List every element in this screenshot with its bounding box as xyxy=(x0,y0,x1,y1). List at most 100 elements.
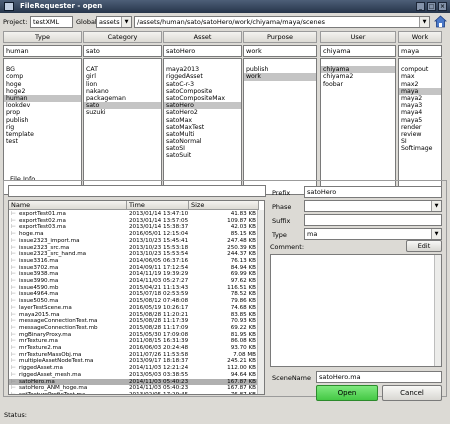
list-item[interactable]: maya2013 xyxy=(164,66,241,73)
list-item[interactable]: work xyxy=(244,73,316,81)
list-item[interactable]: lookdev xyxy=(4,102,81,109)
list-item[interactable]: chiyama2 xyxy=(321,73,395,80)
table-row[interactable]: ⊢ satoHero.ma 2014/11/03 05:40:23 167.87 KB xyxy=(9,378,259,386)
column-header-size[interactable]: Size xyxy=(189,201,259,210)
list-item[interactable]: CAT xyxy=(84,66,161,73)
cancel-button[interactable]: Cancel xyxy=(382,385,442,401)
list-item[interactable]: satoCompositeMax xyxy=(164,95,241,102)
column-header[interactable]: Type xyxy=(3,31,82,43)
list-item[interactable]: publish xyxy=(4,117,81,124)
list-item[interactable]: satoHero xyxy=(164,102,241,110)
list-item[interactable]: maya2 xyxy=(399,95,441,102)
list-item[interactable]: satoComposite xyxy=(164,88,241,95)
table-row[interactable]: ⊢ issue2323_src_hand.ma 2013/10/23 15:53:5… xyxy=(9,251,259,258)
table-row[interactable]: ⊢ riggedAsset.ma 2014/11/03 12:21:24 112.00… xyxy=(9,365,259,372)
list-item[interactable]: satoSuit xyxy=(164,152,241,159)
home-icon[interactable] xyxy=(434,15,447,28)
table-row[interactable]: ⊢ messageConnectionTest.ma 2015/08/28 11:1… xyxy=(9,318,259,325)
list-item[interactable]: satoC-r-3 xyxy=(164,81,241,88)
table-row[interactable]: ⊢ exportTest02.ma 2013/01/14 13:57:05 109.8… xyxy=(9,218,259,225)
list-item[interactable]: comp xyxy=(4,73,81,80)
column-filter-input[interactable]: maya xyxy=(398,45,442,57)
prefix-field[interactable]: satoHero xyxy=(304,186,442,198)
list-item[interactable]: sato xyxy=(84,102,161,110)
column-filter-input[interactable]: work xyxy=(243,45,317,57)
table-row[interactable]: ⊢ messageConnectionTest.mb 2015/08/28 11:1… xyxy=(9,325,259,332)
table-row[interactable]: ⊢ satoHero_ANM_hoge.ma 2014/11/03 05:40:23… xyxy=(9,385,259,392)
list-item[interactable]: lion xyxy=(84,81,161,88)
type-select[interactable]: ma ▼ xyxy=(304,228,442,240)
list-item[interactable]: human xyxy=(4,94,81,103)
list-item[interactable]: maya4 xyxy=(399,109,441,116)
table-row[interactable]: ⊢ exportTest01.ma 2013/01/14 13:47:10 41.83… xyxy=(9,211,259,218)
list-item[interactable]: nakano xyxy=(84,88,161,95)
maximize-icon[interactable]: □ xyxy=(427,2,436,11)
scenename-field[interactable]: satoHero.ma xyxy=(316,371,442,383)
list-item[interactable]: render xyxy=(399,124,441,131)
phase-select[interactable]: ▼ xyxy=(304,200,442,212)
column-header-time[interactable]: Time xyxy=(127,201,189,210)
list-item[interactable]: satoHero2 xyxy=(164,109,241,116)
file-filter-input[interactable] xyxy=(8,185,266,197)
open-button[interactable]: Open xyxy=(316,385,378,401)
column-filter-input[interactable]: satoHero xyxy=(163,45,242,57)
table-scrollbar[interactable] xyxy=(257,210,264,394)
list-item[interactable]: rig xyxy=(4,124,81,131)
list-item[interactable]: maya5 xyxy=(399,117,441,124)
column-header-name[interactable]: Name xyxy=(9,201,127,210)
table-row[interactable]: ⊢ multipleAssetNodeTest.ma 2013/09/17 18:1… xyxy=(9,358,259,365)
close-icon[interactable]: × xyxy=(438,2,447,11)
list-item[interactable]: riggedAsset xyxy=(164,73,241,80)
list-item[interactable]: satoMulti xyxy=(164,131,241,138)
list-item[interactable]: prop xyxy=(4,109,81,116)
table-row[interactable]: ⊢ mrTexture2.ma 2016/06/03 20:24:48 93.70 K… xyxy=(9,345,259,352)
table-row[interactable]: ⊢ hoge.ma 2016/05/01 12:15:04 85.15 KB xyxy=(9,231,259,238)
list-item[interactable]: test xyxy=(4,138,81,145)
table-row[interactable]: ⊢ exportTest03.ma 2013/01/14 15:38:37 42.03… xyxy=(9,224,259,231)
column-header[interactable]: Purpose xyxy=(243,31,317,43)
table-row[interactable]: ⊢ issue3702.ma 2014/09/11 17:12:54 84.94 KB xyxy=(9,265,259,272)
table-row[interactable]: ⊢ issue3316.ma 2014/06/05 06:37:16 76.13 KB xyxy=(9,258,259,265)
column-header[interactable]: Category xyxy=(83,31,162,43)
edit-button[interactable]: Edit xyxy=(406,240,442,252)
list-item[interactable]: satoSI xyxy=(164,145,241,152)
list-item[interactable]: hoge2 xyxy=(4,88,81,95)
column-filter-input[interactable]: human xyxy=(3,45,82,57)
table-row[interactable]: ⊢ issue4590.mb 2015/04/21 11:13:43 116.51 K… xyxy=(9,285,259,292)
table-row[interactable]: ⊢ riggedAsset_mesh.ma 2013/05/03 03:38:55 9… xyxy=(9,372,259,379)
table-row[interactable]: ⊢ issue3938.ma 2014/11/19 19:39:29 69.99 KB xyxy=(9,271,259,278)
table-row[interactable]: ⊢ issue3990.ma 2014/11/03 05:27:27 97.62 KB xyxy=(9,278,259,285)
list-item[interactable]: publish xyxy=(244,66,316,73)
list-item[interactable]: maya xyxy=(399,87,441,95)
table-row[interactable]: ⊢ issue2323_src.ma 2013/10/23 15:53:18 250.… xyxy=(9,245,259,252)
comment-area[interactable] xyxy=(270,254,442,367)
list-item[interactable]: review xyxy=(399,131,441,138)
column-header[interactable]: Asset xyxy=(163,31,242,43)
list-item[interactable]: hoge xyxy=(4,81,81,88)
list-item[interactable]: girl xyxy=(84,73,161,80)
list-item[interactable]: chiyama xyxy=(321,66,395,74)
list-item[interactable]: max2 xyxy=(399,81,441,88)
global-select[interactable]: assets ▼ xyxy=(96,16,132,28)
list-item[interactable]: satoNormal xyxy=(164,138,241,145)
project-field[interactable]: testXML xyxy=(30,16,73,28)
list-item[interactable]: maya3 xyxy=(399,102,441,109)
list-item[interactable]: suzuki xyxy=(84,109,161,116)
path-field[interactable]: /assets/human/sato/satoHero/work/chiyama… xyxy=(134,16,430,28)
list-item[interactable]: satoMaxTest xyxy=(164,124,241,131)
table-row[interactable]: ⊢ mgBinaryProxy.ma 2015/05/30 17:09:08 81.9… xyxy=(9,332,259,339)
list-item[interactable]: Softimage xyxy=(399,145,441,152)
comment-scrollbar[interactable] xyxy=(434,255,441,366)
table-row[interactable]: ⊢ mrTextureMassObj.ma 2011/07/26 11:53:58 7… xyxy=(9,352,259,359)
minimize-icon[interactable]: _ xyxy=(416,2,425,11)
list-item[interactable]: satoMax xyxy=(164,117,241,124)
list-item[interactable]: foobar xyxy=(321,81,395,88)
list-item[interactable]: packageman xyxy=(84,95,161,102)
table-row[interactable]: ⊢ maya2015.ma 2015/08/28 11:20:21 83.85 KB xyxy=(9,312,259,319)
column-filter-input[interactable]: sato xyxy=(83,45,162,57)
table-row[interactable]: ⊢ issue4964.ma 2015/07/18 02:53:59 78.52 KB xyxy=(9,291,259,298)
table-row[interactable]: ⊢ setTexturePrefixTest.ma 2013/02/05 17:29… xyxy=(9,392,259,394)
table-row[interactable]: ⊢ issue2323_import.ma 2013/10/23 15:45:41 2… xyxy=(9,238,259,245)
list-item[interactable]: max xyxy=(399,73,441,80)
table-row[interactable]: ⊢ issue5050.ma 2015/08/12 07:48:08 79.86 KB xyxy=(9,298,259,305)
